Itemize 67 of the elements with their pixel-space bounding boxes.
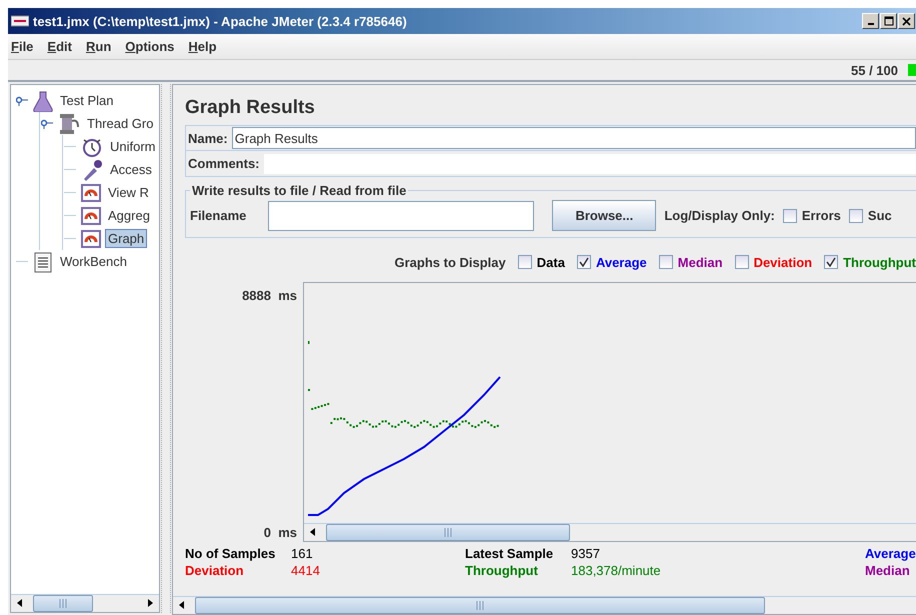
- horizontal-scrollbar[interactable]: [173, 596, 916, 614]
- stat-label: Average: [865, 546, 916, 561]
- menu-item[interactable]: File: [11, 39, 34, 54]
- stat-label: No of Samples: [185, 546, 276, 561]
- stat-label: Throughput: [465, 563, 539, 578]
- browse-button[interactable]: Browse...: [552, 200, 656, 231]
- axis-label: 8888 ms: [242, 288, 297, 303]
- minimize-button[interactable]: [862, 13, 879, 29]
- tree-item[interactable]: Aggreg: [105, 206, 153, 225]
- gauge-icon: [81, 230, 101, 248]
- checkbox[interactable]: Average: [576, 254, 647, 270]
- menu-item[interactable]: Help: [188, 39, 217, 54]
- menu-item[interactable]: Options: [125, 39, 174, 54]
- field-label: Graphs to Display: [394, 254, 506, 270]
- field-label: Filename: [190, 208, 246, 223]
- gauge-icon: [81, 206, 101, 224]
- menu-item[interactable]: Edit: [47, 39, 72, 54]
- filename-field[interactable]: [268, 200, 534, 230]
- checkbox[interactable]: Data: [518, 254, 565, 270]
- maximize-button[interactable]: [880, 13, 897, 29]
- flask-icon: [33, 90, 53, 112]
- check-icon: [826, 257, 836, 267]
- status-indicator: [908, 64, 916, 76]
- pipette-icon: [81, 158, 103, 180]
- close-button[interactable]: [898, 13, 915, 29]
- group-title: Write results to file / Read from file: [191, 183, 408, 198]
- close-icon: [902, 16, 911, 26]
- clipboard-icon: [33, 250, 53, 272]
- thread-count: 55 / 100: [851, 62, 898, 78]
- tree-item[interactable]: Uniform: [107, 137, 159, 156]
- app-icon: [11, 15, 29, 27]
- checkbox[interactable]: Errors: [782, 208, 841, 223]
- expand-handle-icon[interactable]: [41, 118, 53, 128]
- field-label: Comments:: [188, 156, 260, 171]
- stat-label: Median: [865, 563, 910, 578]
- stat-value: 4414: [291, 563, 320, 578]
- stat-value: 161: [291, 546, 313, 561]
- tree-item[interactable]: Graph: [105, 229, 148, 248]
- tree-item[interactable]: Test Plan: [57, 91, 116, 110]
- scroll-thumb[interactable]: [33, 595, 93, 612]
- spool-icon: [58, 112, 80, 134]
- menu-item[interactable]: Run: [86, 39, 112, 54]
- gauge-icon: [81, 184, 101, 202]
- expand-handle-icon[interactable]: [16, 96, 28, 106]
- tree-item[interactable]: WorkBench: [57, 252, 130, 271]
- tree-item[interactable]: View R: [105, 183, 152, 202]
- checkbox[interactable]: Throughput: [824, 254, 916, 270]
- stat-label: Deviation: [185, 563, 245, 578]
- horizontal-scrollbar[interactable]: [304, 523, 916, 541]
- field-label: Log/Display Only:: [664, 208, 775, 223]
- checkbox[interactable]: Suc: [848, 208, 892, 223]
- stat-value: 183,378/minute: [571, 563, 661, 578]
- field-label: Name:: [188, 130, 228, 146]
- name-field[interactable]: Graph Results: [232, 127, 916, 149]
- window-title: test1.jmx (C:\temp\test1.jmx) - Apache JMeter (2.3.4 r785646): [33, 14, 408, 28]
- maximize-icon: [884, 16, 894, 26]
- tree-item[interactable]: Thread Gro: [84, 114, 156, 133]
- horizontal-scrollbar[interactable]: [11, 594, 159, 612]
- check-icon: [578, 257, 589, 267]
- scroll-thumb[interactable]: [326, 524, 570, 541]
- checkbox[interactable]: Median: [658, 254, 723, 270]
- scroll-thumb[interactable]: [195, 597, 765, 614]
- panel-title: Graph Results: [185, 97, 316, 119]
- stat-value: 9357: [571, 546, 600, 561]
- axis-label: 0 ms: [264, 525, 297, 540]
- stat-label: Latest Sample: [465, 546, 554, 561]
- tree-item[interactable]: Access: [107, 160, 155, 179]
